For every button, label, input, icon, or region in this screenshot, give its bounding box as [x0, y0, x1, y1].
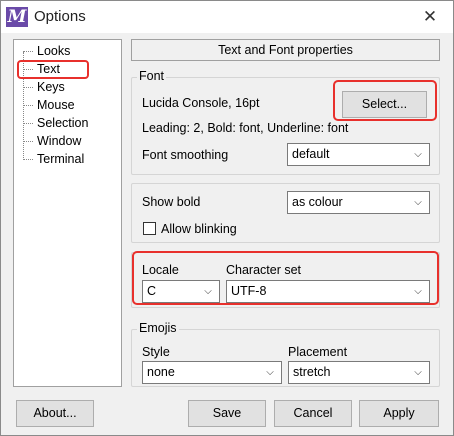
tree-item-looks[interactable]: Looks: [23, 42, 71, 60]
category-tree: Looks Text Keys Mouse Selection Window T…: [13, 39, 122, 387]
annotation-highlight-select: [333, 80, 437, 121]
allow-blinking-label: Allow blinking: [161, 222, 237, 236]
annotation-highlight-locale: [132, 251, 439, 305]
chevron-down-icon: ⌵: [414, 197, 422, 208]
tree-item-label: Window: [37, 134, 82, 148]
tree-item-window[interactable]: Window: [23, 132, 82, 150]
emoji-placement-value: stretch: [293, 365, 331, 379]
panel-header: Text and Font properties: [131, 39, 440, 61]
emoji-style-value: none: [147, 365, 175, 379]
tree-item-label: Mouse: [37, 98, 75, 112]
tree-item-label: Keys: [37, 80, 65, 94]
tree-item-mouse[interactable]: Mouse: [23, 96, 76, 114]
app-logo-icon: M: [6, 7, 28, 27]
title-bar[interactable]: M Options ✕: [1, 1, 453, 33]
selected-item-highlight: [17, 60, 89, 79]
emoji-style-label: Style: [142, 345, 170, 359]
window-title: Options: [34, 8, 86, 25]
options-window: M Options ✕ Looks Text Keys Mouse Select…: [0, 0, 454, 436]
about-button[interactable]: About...: [16, 400, 94, 427]
tree-item-label: Selection: [37, 116, 89, 130]
allow-blinking-checkbox[interactable]: [143, 222, 156, 235]
tree-branch: [23, 141, 33, 143]
tree-item-label: Looks: [37, 44, 71, 58]
show-bold-select[interactable]: as colour ⌵: [287, 191, 430, 214]
chevron-down-icon: ⌵: [414, 367, 422, 378]
chevron-down-icon: ⌵: [414, 149, 422, 160]
emojis-group-label: Emojis: [137, 321, 179, 335]
tree-item-selection[interactable]: Selection: [23, 114, 89, 132]
cancel-button[interactable]: Cancel: [274, 400, 352, 427]
save-button[interactable]: Save: [188, 400, 266, 427]
emoji-placement-label: Placement: [288, 345, 348, 359]
emoji-placement-select[interactable]: stretch ⌵: [288, 361, 430, 384]
close-icon[interactable]: ✕: [407, 1, 453, 33]
tree-item-terminal[interactable]: Terminal: [23, 150, 85, 168]
show-bold-label: Show bold: [142, 195, 201, 209]
tree-branch: [23, 51, 33, 53]
font-smoothing-select[interactable]: default ⌵: [287, 143, 430, 166]
apply-button[interactable]: Apply: [359, 400, 439, 427]
show-bold-value: as colour: [292, 195, 343, 209]
tree-branch: [23, 87, 33, 89]
chevron-down-icon: ⌵: [266, 367, 274, 378]
tree-item-label: Terminal: [37, 152, 85, 166]
tree-item-keys[interactable]: Keys: [23, 78, 66, 96]
tree-branch: [23, 159, 33, 161]
font-smoothing-value: default: [292, 147, 330, 161]
font-details: Leading: 2, Bold: font, Underline: font: [142, 121, 349, 135]
font-group-label: Font: [137, 69, 167, 83]
tree-branch: [23, 105, 33, 107]
font-description: Lucida Console, 16pt: [142, 96, 260, 110]
emoji-style-select[interactable]: none ⌵: [142, 361, 282, 384]
tree-branch: [23, 123, 33, 125]
font-smoothing-label: Font smoothing: [142, 148, 229, 162]
